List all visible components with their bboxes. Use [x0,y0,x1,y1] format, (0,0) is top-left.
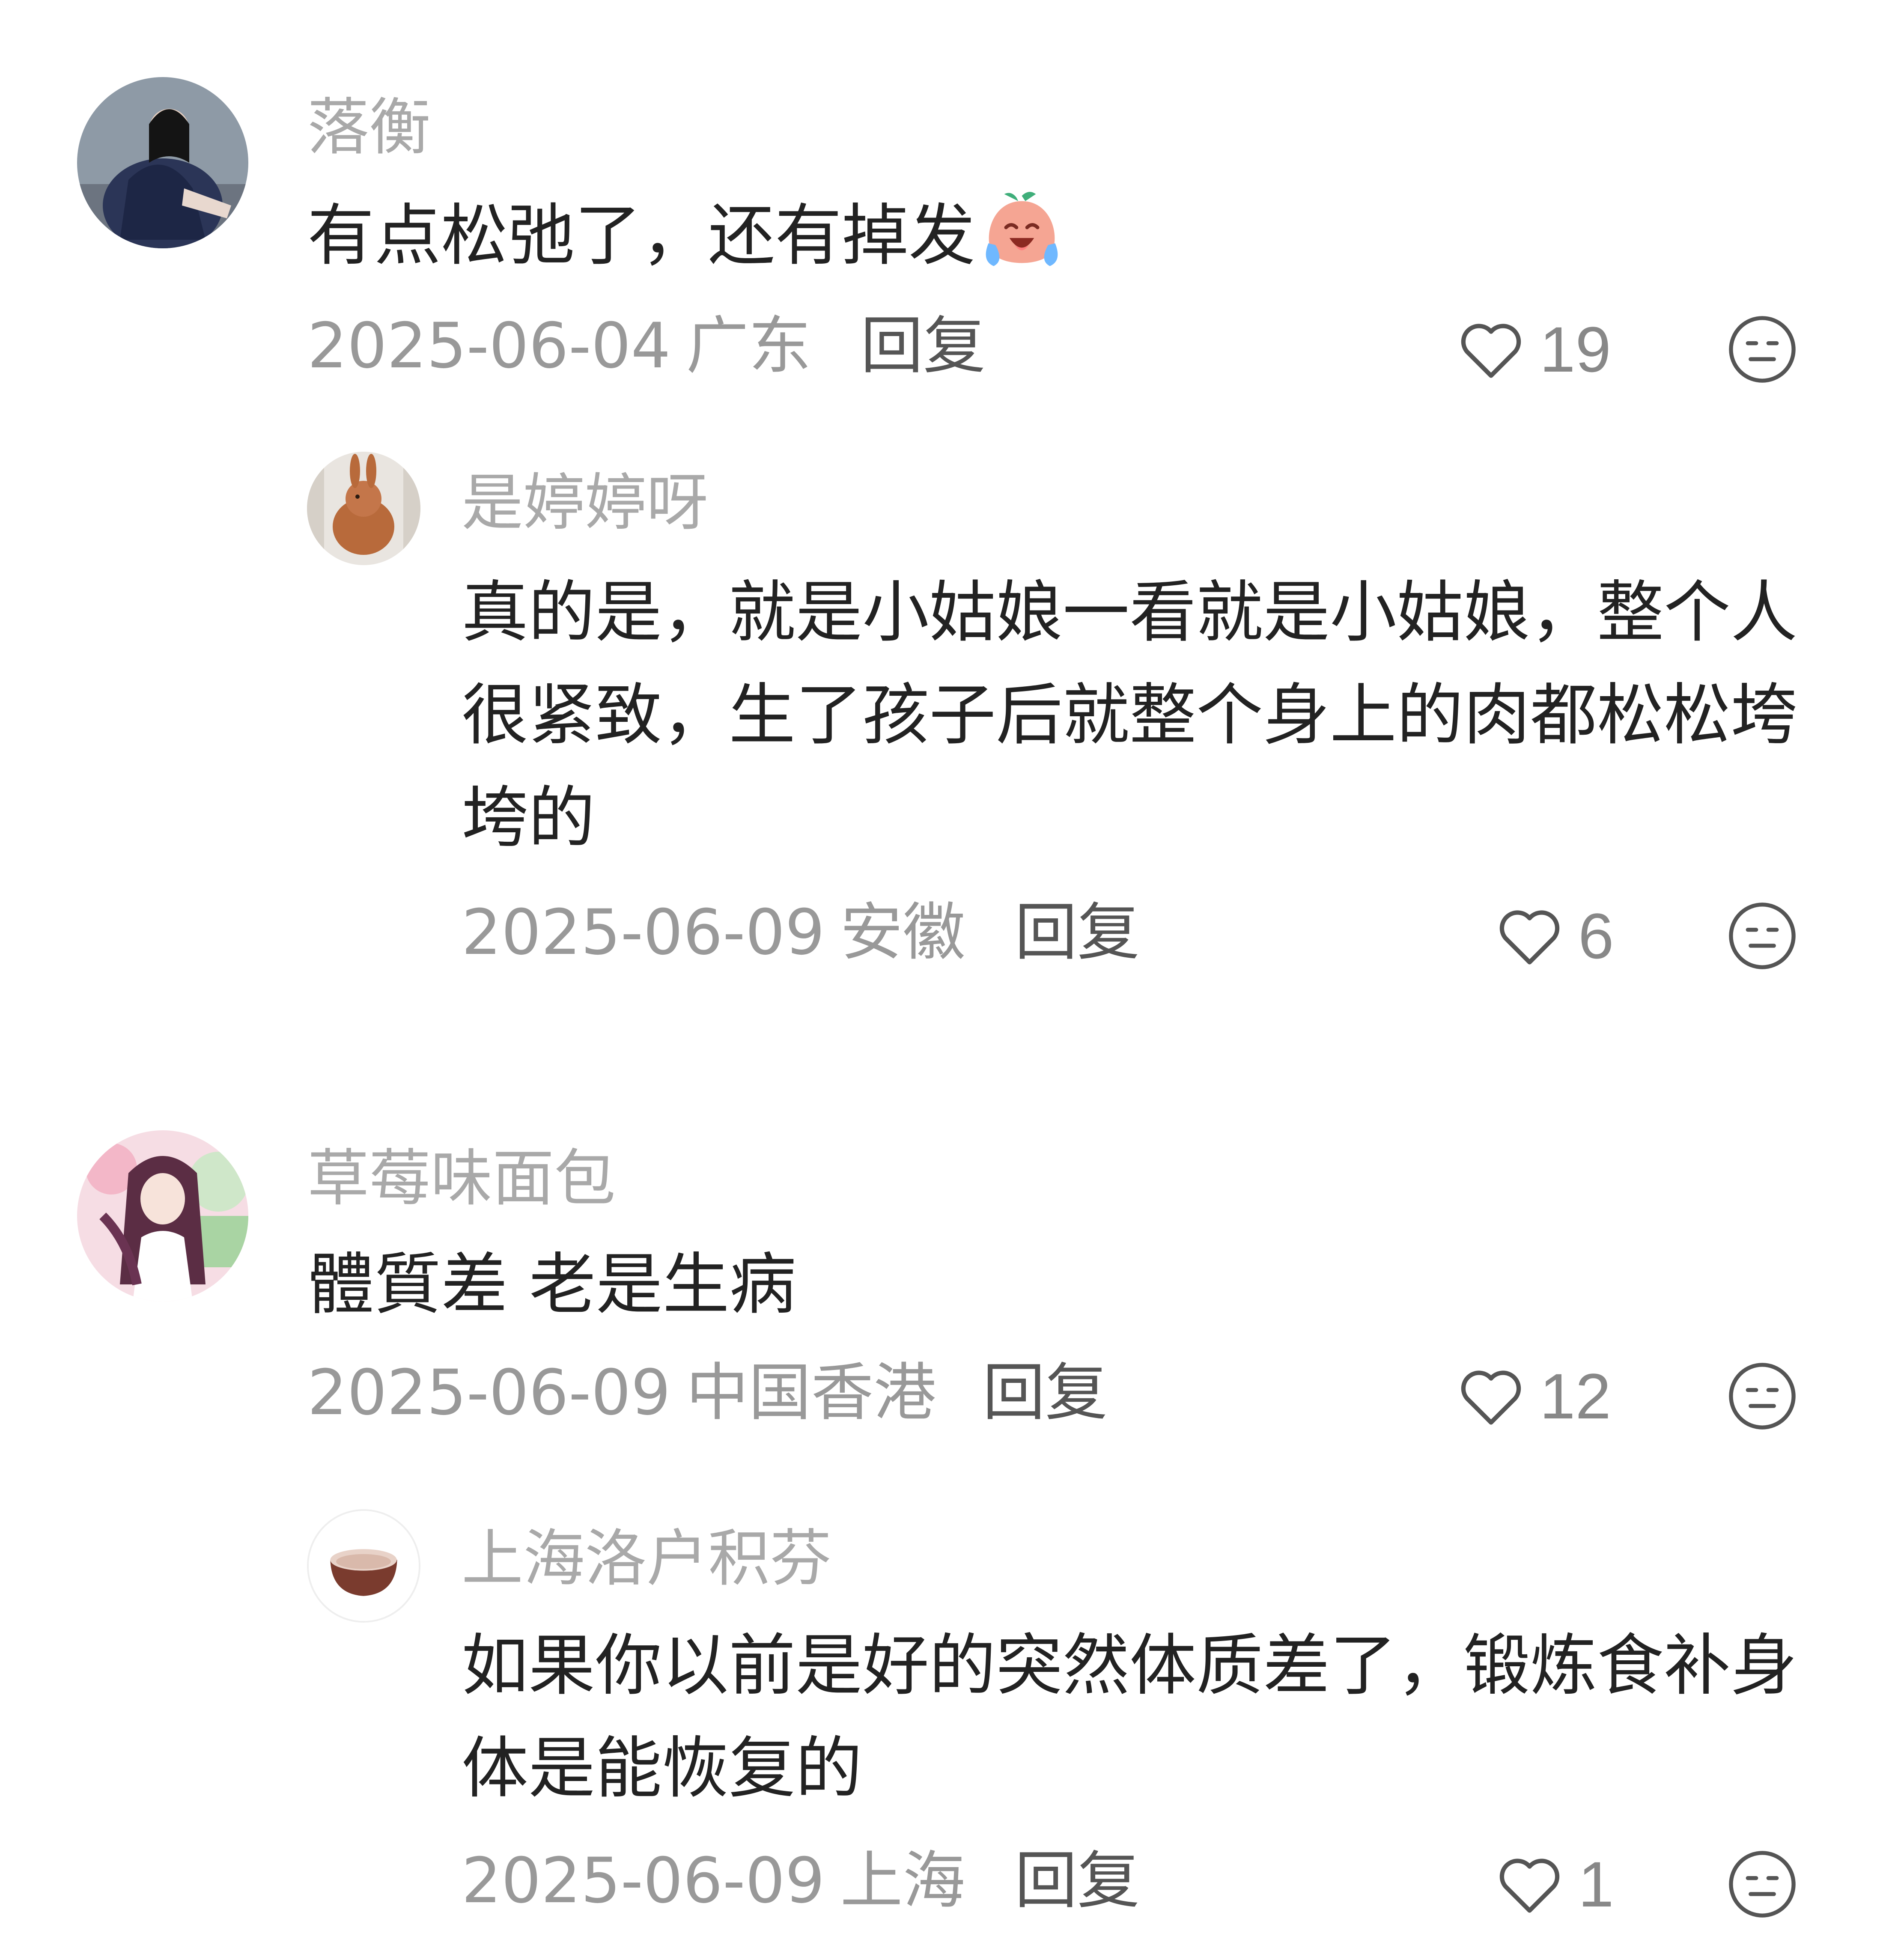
reply-date: 2025-06-09 [462,1844,825,1917]
comment-author[interactable]: 落衡 [307,96,431,158]
reply-button[interactable]: 回复 [1015,901,1140,964]
comment-author[interactable]: 草莓味面包 [307,1147,616,1209]
dislike-button[interactable] [1725,1359,1799,1433]
comment-location: 广东 [686,310,811,382]
reply-meta: 2025-06-09 上海 [462,1850,965,1912]
comment-location: 中国香港 [686,1356,936,1429]
neutral-face-icon [1729,1363,1796,1430]
reply-button[interactable]: 回复 [861,315,986,377]
avatar[interactable] [307,452,420,565]
reply-location: 上海 [840,1844,965,1917]
comment-meta: 2025-06-09 中国香港 [307,1361,936,1424]
reply-meta: 2025-06-09 安徽 [462,901,965,964]
like-count: 19 [1540,313,1611,385]
heart-outline-icon [1499,910,1560,965]
like-button[interactable]: 19 [1454,312,1611,387]
comment-text-content: 有点松弛了，还有掉发 [307,197,975,274]
neutral-face-icon [1729,1851,1796,1918]
comment-date: 2025-06-09 [307,1356,671,1429]
like-button[interactable]: 6 [1492,898,1614,973]
dislike-button[interactable] [1725,313,1799,386]
avatar[interactable] [77,77,248,248]
like-button[interactable]: 12 [1454,1358,1611,1433]
neutral-face-icon [1729,316,1796,383]
comment-meta: 2025-06-04 广东 [307,315,811,377]
like-count: 12 [1540,1360,1611,1432]
dislike-button[interactable] [1725,899,1799,973]
reply-date: 2025-06-09 [462,896,825,969]
like-button[interactable]: 1 [1492,1847,1614,1921]
neutral-face-icon [1729,903,1796,969]
like-count: 1 [1578,1848,1614,1920]
reply-author[interactable]: 上海洛户积芬 [462,1528,831,1589]
comment-text: 有点松弛了，还有掉发 [307,184,1797,287]
heart-outline-icon [1461,324,1521,378]
avatar[interactable] [77,1130,248,1302]
heart-outline-icon [1461,1370,1521,1425]
crying-laughing-peach-emoji [978,187,1066,275]
reply-text: 真的是，就是小姑娘一看就是小姑娘，整个人很紧致，生了孩子后就整个身上的肉都松松垮… [462,573,1797,857]
reply-text: 如果你以前是好的突然体质差了，锻炼食补身体是能恢复的 [462,1626,1797,1807]
comment-date: 2025-06-04 [307,310,671,382]
reply-button[interactable]: 回复 [1015,1850,1140,1912]
dislike-button[interactable] [1725,1847,1799,1921]
reply-location: 安徽 [840,896,965,969]
comment-text: 體質差 老是生病 [307,1245,796,1323]
avatar[interactable] [307,1509,420,1623]
reply-button[interactable]: 回复 [983,1361,1108,1424]
reply-author[interactable]: 是婷婷呀 [462,472,708,533]
like-count: 6 [1578,900,1614,972]
heart-outline-icon [1499,1859,1560,1913]
